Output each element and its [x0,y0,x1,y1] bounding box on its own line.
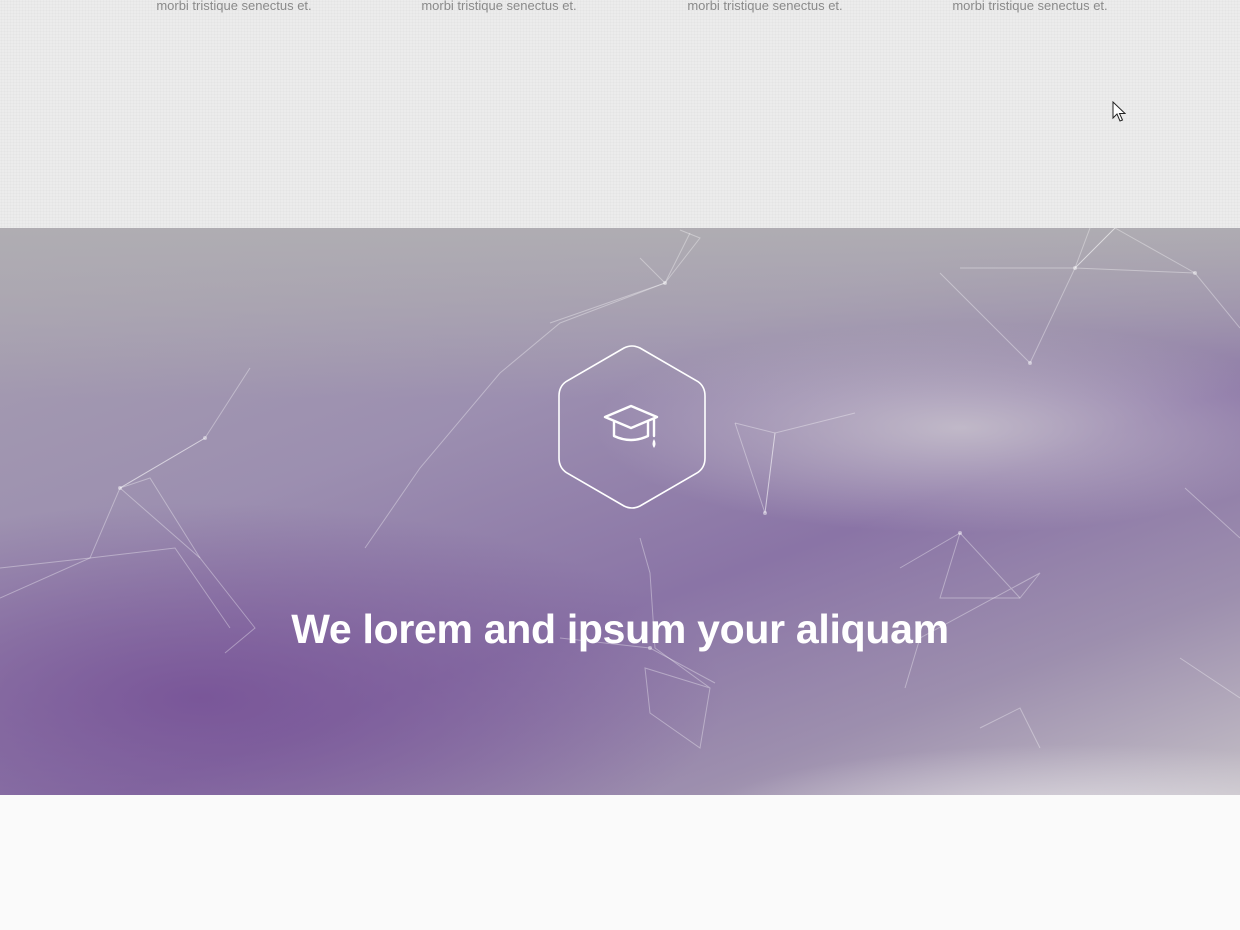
network-mesh-background [0,228,1240,749]
page: morbi tristique senectus et. morbi trist… [0,0,1240,930]
hero-section: We lorem and ipsum your aliquam [0,228,1240,795]
feature-item-4-text: morbi tristique senectus et. [952,0,1108,13]
bottom-section [0,795,1240,930]
graduation-cap-icon [558,345,706,509]
feature-item-1-text: morbi tristique senectus et. [156,0,312,13]
mouse-cursor-icon [1112,101,1126,122]
features-section: morbi tristique senectus et. morbi trist… [0,0,1240,228]
feature-item-2-text: morbi tristique senectus et. [421,0,577,13]
hero-title: We lorem and ipsum your aliquam [291,606,949,653]
feature-item-3-text: morbi tristique senectus et. [687,0,843,13]
